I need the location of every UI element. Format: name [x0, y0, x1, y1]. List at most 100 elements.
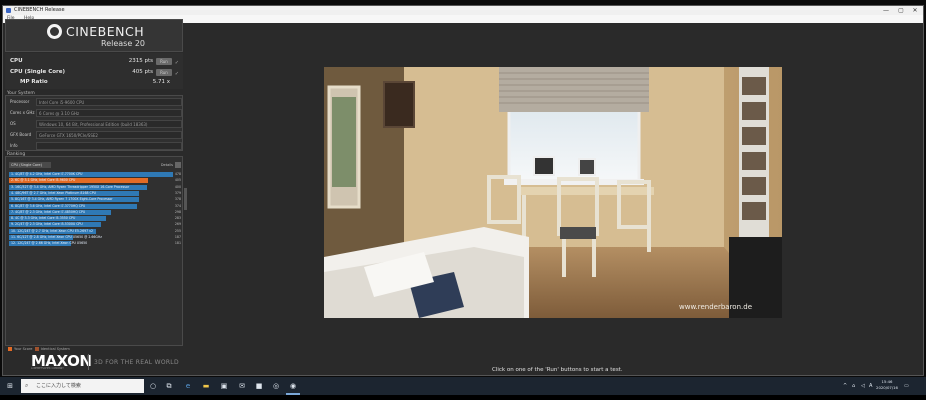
ranking-label: 12. 12C/24T @ 2.66 GHz, Intel Xeon CPU X…: [11, 241, 88, 246]
clock-date: 2020/07/16: [876, 385, 898, 390]
run-cpu-button[interactable]: Run: [156, 58, 172, 65]
ranking-score: 255: [174, 228, 181, 233]
ranking-item[interactable]: 7. 4C/8T @ 2.3 GHz, Intel Core i7-4850HQ…: [9, 209, 181, 215]
tagline: 3D FOR THE REAL WORLD: [94, 359, 179, 366]
screen-bottom-edge: [0, 395, 926, 400]
ranking-header: CPU (Single Core) Details: [9, 162, 181, 168]
score-row-single-core: CPU (Single Core) 405 pts Run ✓: [8, 67, 180, 77]
ranking-item[interactable]: 12. 12C/24T @ 2.66 GHz, Intel Xeon CPU X…: [9, 241, 181, 247]
logo-release: Release 20: [101, 39, 145, 48]
system-key: OS: [10, 121, 16, 126]
ranking-item[interactable]: 11. 6C/12T @ 2.8 GHz, Intel Xeon CPU X56…: [9, 235, 181, 240]
branding-divider: [88, 354, 89, 370]
details-label: Details: [160, 163, 173, 167]
ranking-score: 374: [174, 203, 181, 208]
ranking-label: 4. 48C/96T @ 2.7 GHz, Intel Xeon Platinu…: [11, 190, 96, 195]
close-button[interactable]: ✕: [908, 6, 922, 15]
system-key: Processor: [10, 99, 30, 104]
ranking-label: 5. 8C/16T @ 3.4 GHz, AMD Ryzen 7 1700X E…: [11, 197, 113, 202]
file-explorer-icon[interactable]: ▬: [199, 377, 213, 395]
legend-swatch: [8, 347, 12, 351]
score-label: CPU (Single Core): [10, 69, 65, 75]
system-value: 6 Cores @ 3.10 GHz: [36, 109, 182, 117]
cinebench-taskbar-icon[interactable]: ◉: [286, 377, 300, 395]
ranking-score: 269: [174, 222, 181, 227]
ranking-item[interactable]: 9. 2C/4T @ 2.3 GHz, Intel Core i5-5300U …: [9, 222, 181, 228]
mail-icon[interactable]: ✉: [235, 377, 249, 395]
volume-icon[interactable]: ◁: [861, 377, 865, 395]
system-value-info[interactable]: [36, 142, 182, 150]
ranking-item[interactable]: 5. 8C/16T @ 3.4 GHz, AMD Ryzen 7 1700X E…: [9, 197, 181, 203]
ranking-score: 298: [174, 209, 181, 214]
ime-indicator[interactable]: A: [869, 377, 872, 395]
ranking-item[interactable]: 10. 12C/24T @ 2.7 GHz, Intel Xeon CPU E5…: [9, 228, 181, 234]
app-icon: [6, 8, 11, 13]
system-key: Cores x GHz: [10, 110, 35, 115]
logo-name: CINEBENCH: [66, 24, 145, 39]
windows-start-icon[interactable]: ⊞: [0, 377, 20, 395]
run-single-core-button[interactable]: Run: [156, 69, 172, 76]
legend-label: Identical System: [40, 347, 70, 351]
logo-area: CINEBENCH Release 20: [5, 19, 183, 52]
cinebench-logo-icon: [47, 24, 62, 39]
render-preview: www.renderbaron.de: [324, 67, 782, 318]
ranking-label: 3. 16C/32T @ 3.4 GHz, AMD Ryzen Threadri…: [11, 184, 130, 189]
app-icon-2[interactable]: ◎: [269, 377, 283, 395]
maxon-subtitle: A NEMETSCHEK COMPANY: [31, 367, 64, 370]
ranking-legend: Your Score Identical System: [8, 347, 70, 351]
score-value: 5.71 x: [152, 79, 170, 85]
system-row: OS Windows 10, 64 Bit, Professional Edit…: [8, 119, 182, 129]
ranking-label: 2. 6C @ 3.1 GHz, Intel Core i5-9600 CPU: [11, 178, 76, 183]
system-key: Info: [10, 143, 18, 148]
ranking-label: 8. 4C @ 3.3 GHz, Intel Core i5-3550 CPU: [11, 216, 76, 221]
taskbar-clock[interactable]: 15:46 2020/07/16: [876, 379, 898, 391]
ranking-item[interactable]: 6. 8C/8T @ 3.6 GHz, Intel Core i7-3770HQ…: [9, 203, 181, 209]
ranking-label: 10. 12C/24T @ 2.7 GHz, Intel Xeon CPU E5…: [11, 228, 94, 233]
tray-overflow-icon[interactable]: ^: [843, 377, 847, 395]
legend-label: Your Score: [14, 347, 33, 351]
title-bar[interactable]: CINEBENCH Release — ▢ ✕: [3, 6, 923, 15]
score-label: CPU: [10, 58, 23, 64]
system-row: GFX Board GeForce GTX 1650/PCIe/SSE2: [8, 130, 182, 140]
search-placeholder: ここに入力して検索: [36, 383, 81, 389]
minimize-button[interactable]: —: [879, 6, 893, 15]
ranking-item[interactable]: 1. 4C/8T @ 4.2 GHz, Intel Core i7-7700K …: [9, 172, 181, 177]
score-value: 405 pts: [132, 69, 153, 75]
app-icon-1[interactable]: ■: [252, 377, 266, 395]
system-row: Info: [8, 141, 182, 151]
left-panel: CINEBENCH Release 20 CPU 2315 pts Run ✓ …: [5, 19, 183, 351]
ranking-label: 9. 2C/4T @ 2.3 GHz, Intel Core i5-5300U …: [11, 222, 83, 227]
system-value: Intel Core i5-9600 CPU: [36, 98, 182, 106]
taskbar-search-input[interactable]: ⌕ ここに入力して検索: [21, 379, 144, 393]
ranking-panel: CPU (Single Core) Details 1. 4C/8T @ 4.2…: [5, 156, 183, 346]
maximize-button[interactable]: ▢: [894, 6, 908, 15]
ranking-item[interactable]: 8. 4C @ 3.3 GHz, Intel Core i5-3550 CPU 2…: [9, 216, 181, 222]
system-value: Windows 10, 64 Bit, Professional Edition…: [36, 120, 182, 128]
cortana-icon[interactable]: ○: [146, 377, 160, 395]
system-panel: Processor Intel Core i5-9600 CPU Cores x…: [5, 95, 183, 151]
ranking-label: 6. 8C/8T @ 3.6 GHz, Intel Core i7-3770HQ…: [11, 203, 86, 208]
task-view-icon[interactable]: ⧉: [162, 377, 176, 395]
ranking-item[interactable]: 2. 6C @ 3.1 GHz, Intel Core i5-9600 CPU 4…: [9, 178, 181, 184]
store-icon[interactable]: ▣: [217, 377, 231, 395]
panel-resize-handle[interactable]: [184, 188, 187, 210]
ranking-item[interactable]: 4. 48C/96T @ 2.7 GHz, Intel Xeon Platinu…: [9, 190, 181, 196]
score-row-mp-ratio: MP Ratio 5.71 x: [8, 77, 180, 87]
notifications-icon[interactable]: ▭: [904, 377, 909, 395]
ranking-score: 187: [174, 235, 181, 239]
edge-browser-icon[interactable]: e: [181, 377, 195, 395]
ranking-score: 378: [174, 197, 181, 202]
system-row: Cores x GHz 6 Cores @ 3.10 GHz: [8, 108, 182, 118]
ranking-score: 379: [174, 190, 181, 195]
ranking-item[interactable]: 3. 16C/32T @ 3.4 GHz, AMD Ryzen Threadri…: [9, 184, 181, 190]
window-title: CINEBENCH Release: [14, 7, 65, 13]
details-toggle[interactable]: [175, 162, 181, 168]
ranking-score: 181: [174, 241, 181, 246]
ranking-type-select[interactable]: CPU (Single Core): [9, 162, 51, 168]
render-watermark: www.renderbaron.de: [679, 303, 752, 311]
status-message: Click on one of the 'Run' buttons to sta…: [492, 367, 623, 373]
ranking-label: 11. 6C/12T @ 2.8 GHz, Intel Xeon CPU X56…: [11, 235, 102, 239]
ranking-label: 1. 4C/8T @ 4.2 GHz, Intel Core i7-7700K …: [11, 172, 83, 176]
network-icon[interactable]: ⌂: [852, 377, 855, 395]
system-row: Processor Intel Core i5-9600 CPU: [8, 97, 182, 107]
